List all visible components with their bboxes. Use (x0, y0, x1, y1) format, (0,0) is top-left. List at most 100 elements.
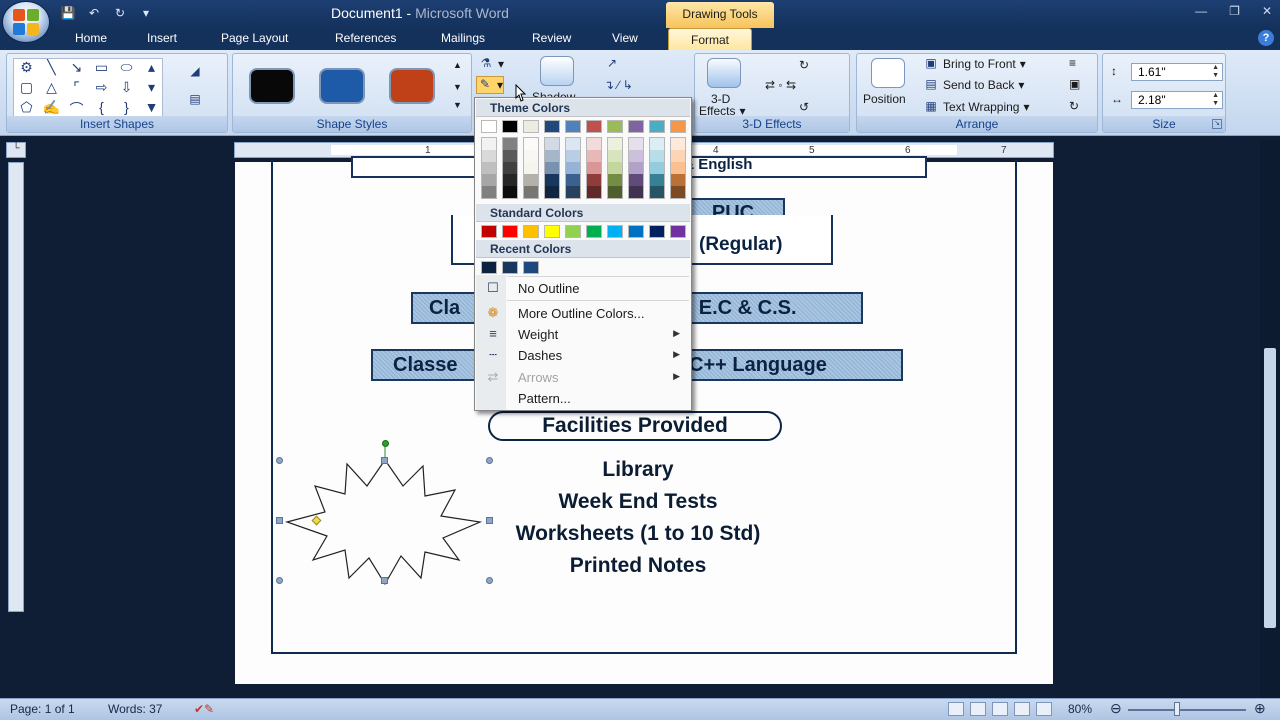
theme-shade-swatch[interactable] (650, 138, 664, 150)
standard-color-swatch[interactable] (523, 225, 539, 238)
tab-view[interactable]: View (612, 31, 638, 45)
shapes-scroll-down-icon[interactable]: ▾ (139, 79, 164, 99)
elbow-connector-icon[interactable]: ⌜ (64, 79, 89, 99)
theme-shade-swatch[interactable] (545, 162, 559, 174)
theme-shade-swatch[interactable] (671, 174, 685, 186)
theme-shade-swatch[interactable] (503, 162, 517, 174)
send-to-back-button[interactable]: ▤ Send to Back ▾ (923, 77, 1024, 93)
align-icon[interactable]: ≡ (1069, 56, 1076, 70)
theme-color-swatch[interactable] (481, 120, 497, 133)
down-arrow-icon[interactable]: ⇩ (114, 79, 139, 99)
view-outline[interactable] (1014, 702, 1030, 716)
resize-handle-bottom[interactable] (381, 577, 388, 584)
theme-shade-swatch[interactable] (524, 186, 538, 198)
tab-mailings[interactable]: Mailings (441, 31, 485, 45)
theme-color-swatch[interactable] (544, 120, 560, 133)
tab-format[interactable]: Format (668, 28, 753, 50)
theme-shade-swatch[interactable] (629, 174, 643, 186)
size-dialog-launcher[interactable]: ↘ (1212, 119, 1222, 129)
standard-color-swatch[interactable] (649, 225, 665, 238)
theme-color-swatch[interactable] (607, 120, 623, 133)
theme-shade-swatch[interactable] (566, 186, 580, 198)
rectangle-icon[interactable]: ▭ (89, 59, 114, 79)
theme-shade-swatch[interactable] (587, 138, 601, 150)
styles-more[interactable]: ▼ (453, 100, 462, 110)
theme-shade-swatch[interactable] (650, 162, 664, 174)
theme-shade-swatch[interactable] (608, 186, 622, 198)
resize-handle-top[interactable] (381, 457, 388, 464)
text-box-button[interactable]: ▤ (187, 92, 203, 108)
rotation-handle[interactable] (382, 440, 389, 447)
tilt-down-icon[interactable]: ↺ (799, 100, 809, 114)
shape-height-input[interactable]: 1.61" ▲ ▼ (1131, 63, 1223, 81)
bring-to-front-button[interactable]: ▣ Bring to Front ▾ (923, 56, 1025, 72)
theme-shade-swatch[interactable] (566, 138, 580, 150)
theme-shade-swatch[interactable] (629, 162, 643, 174)
more-outline-colors-item[interactable]: ❁ More Outline Colors... (476, 303, 690, 324)
position-button[interactable]: Position (863, 92, 906, 106)
shape-style-black[interactable] (249, 68, 295, 104)
theme-shade-swatch[interactable] (629, 150, 643, 162)
zoom-slider-thumb[interactable] (1174, 702, 1180, 716)
zoom-slider[interactable] (1128, 709, 1246, 711)
office-button[interactable] (3, 2, 49, 42)
shapes-scroll-up-icon[interactable]: ▴ (139, 59, 164, 79)
tab-insert[interactable]: Insert (147, 31, 177, 45)
standard-color-swatch[interactable] (481, 225, 497, 238)
view-web-layout[interactable] (992, 702, 1008, 716)
theme-shade-swatch[interactable] (608, 138, 622, 150)
theme-shade-swatch[interactable] (671, 138, 685, 150)
vertical-ruler[interactable] (8, 162, 24, 612)
zoom-level[interactable]: 80% (1068, 702, 1092, 716)
standard-color-swatch[interactable] (586, 225, 602, 238)
theme-shade-swatch[interactable] (587, 174, 601, 186)
tilt-controls-icon[interactable]: ⇄ ◦ ⇆ (765, 78, 796, 92)
tab-references[interactable]: References (335, 31, 396, 45)
theme-color-swatch[interactable] (502, 120, 518, 133)
shadow-nudge-left[interactable]: ↴ ∕ ↳ (604, 78, 633, 94)
theme-shade-swatch[interactable] (587, 186, 601, 198)
resize-handle-left[interactable] (276, 517, 283, 524)
theme-shade-swatch[interactable] (650, 186, 664, 198)
rotate-icon[interactable]: ↻ (1069, 99, 1079, 113)
tilt-up-icon[interactable]: ↻ (799, 58, 809, 72)
triangle-icon[interactable]: △ (39, 79, 64, 99)
theme-shade-swatch[interactable] (650, 150, 664, 162)
restore-icon[interactable]: ❐ (1229, 4, 1240, 18)
word-count[interactable]: Words: 37 (108, 702, 162, 716)
view-draft[interactable] (1036, 702, 1052, 716)
shape-outline-button[interactable]: ✎ ▾ (476, 76, 505, 94)
theme-color-swatch[interactable] (670, 120, 686, 133)
theme-shade-swatch[interactable] (503, 138, 517, 150)
theme-shade-swatch[interactable] (629, 138, 643, 150)
text-wrapping-button[interactable]: ▦ Text Wrapping ▾ (923, 99, 1029, 115)
theme-shade-swatch[interactable] (503, 186, 517, 198)
theme-shade-swatch[interactable] (608, 162, 622, 174)
proofing-icon[interactable]: ✔✎ (194, 702, 214, 716)
theme-shade-swatch[interactable] (671, 150, 685, 162)
pattern-item[interactable]: Pattern... (476, 388, 690, 409)
standard-color-swatch[interactable] (544, 225, 560, 238)
page-count[interactable]: Page: 1 of 1 (10, 702, 75, 716)
tab-review[interactable]: Review (532, 31, 571, 45)
styles-scroll-up[interactable]: ▲ (453, 60, 462, 70)
styles-scroll-down[interactable]: ▼ (453, 82, 462, 92)
theme-shade-swatch[interactable] (482, 150, 496, 162)
rounded-rect-icon[interactable]: ▢ (14, 79, 39, 99)
theme-shade-swatch[interactable] (545, 138, 559, 150)
minimize-icon[interactable]: — (1195, 4, 1207, 18)
edit-shape-button[interactable]: ◢ (187, 64, 203, 80)
view-full-screen[interactable] (970, 702, 986, 716)
shape-fill-button[interactable]: ⚗ ▾ (478, 56, 504, 72)
resize-handle-tl[interactable] (276, 457, 283, 464)
theme-shade-swatch[interactable] (671, 186, 685, 198)
theme-color-swatch[interactable] (586, 120, 602, 133)
resize-handle-tr[interactable] (486, 457, 493, 464)
text-box-icon[interactable]: ⚙ (14, 59, 39, 79)
close-icon[interactable]: ✕ (1262, 4, 1272, 18)
theme-color-swatch[interactable] (523, 120, 539, 133)
theme-shade-swatch[interactable] (545, 186, 559, 198)
theme-color-swatch[interactable] (628, 120, 644, 133)
theme-shade-swatch[interactable] (566, 150, 580, 162)
resize-handle-br[interactable] (486, 577, 493, 584)
